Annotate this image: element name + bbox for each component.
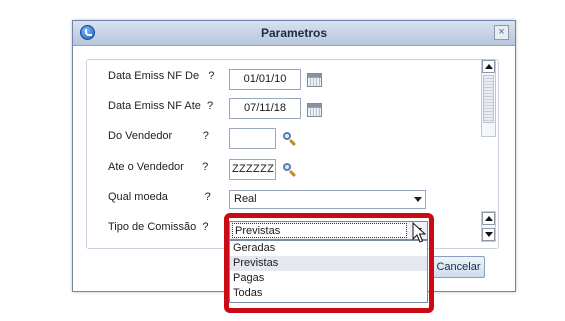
do-vendedor-input[interactable] — [229, 128, 276, 149]
qual-moeda-select[interactable]: Real — [229, 190, 426, 209]
label-ate-vendedor: Ate o Vendedor ? — [108, 161, 209, 173]
ate-vendedor-input[interactable]: ZZZZZZ — [229, 159, 276, 180]
chevron-down-icon[interactable] — [414, 197, 422, 202]
search-icon[interactable] — [282, 162, 298, 178]
qual-moeda-value: Real — [234, 193, 257, 205]
scroll-down-button[interactable] — [482, 228, 495, 241]
scroll-up-button[interactable] — [482, 212, 495, 225]
label-data-emiss-ate: Data Emiss NF Ate ? — [108, 100, 214, 112]
highlight-frame — [224, 213, 434, 313]
label-tipo-comissao: Tipo de Comissão ? — [108, 221, 209, 233]
scroll-up-button[interactable] — [482, 60, 495, 73]
close-button[interactable]: × — [494, 25, 509, 40]
scroll-thumb[interactable] — [483, 75, 494, 123]
label-qual-moeda: Qual moeda ? — [108, 191, 211, 203]
arrow-up-icon — [485, 216, 493, 221]
label-data-emiss-de: Data Emiss NF De ? — [108, 70, 215, 82]
arrow-down-icon — [485, 232, 493, 237]
cancel-button[interactable]: Cancelar — [432, 256, 485, 278]
calendar-icon[interactable] — [307, 103, 322, 117]
calendar-icon[interactable] — [307, 73, 322, 87]
search-icon[interactable] — [282, 131, 298, 147]
panel-scrollbar-bottom[interactable] — [481, 211, 496, 242]
data-emiss-ate-input[interactable]: 07/11/18 — [229, 98, 301, 119]
dialog-title: Parametros — [260, 26, 328, 40]
panel-scrollbar-top[interactable] — [481, 59, 496, 137]
title-bar[interactable]: Parametros × — [73, 21, 515, 46]
label-do-vendedor: Do Vendedor ? — [108, 130, 209, 142]
arrow-up-icon — [485, 64, 493, 69]
data-emiss-de-input[interactable]: 01/01/10 — [229, 69, 301, 90]
